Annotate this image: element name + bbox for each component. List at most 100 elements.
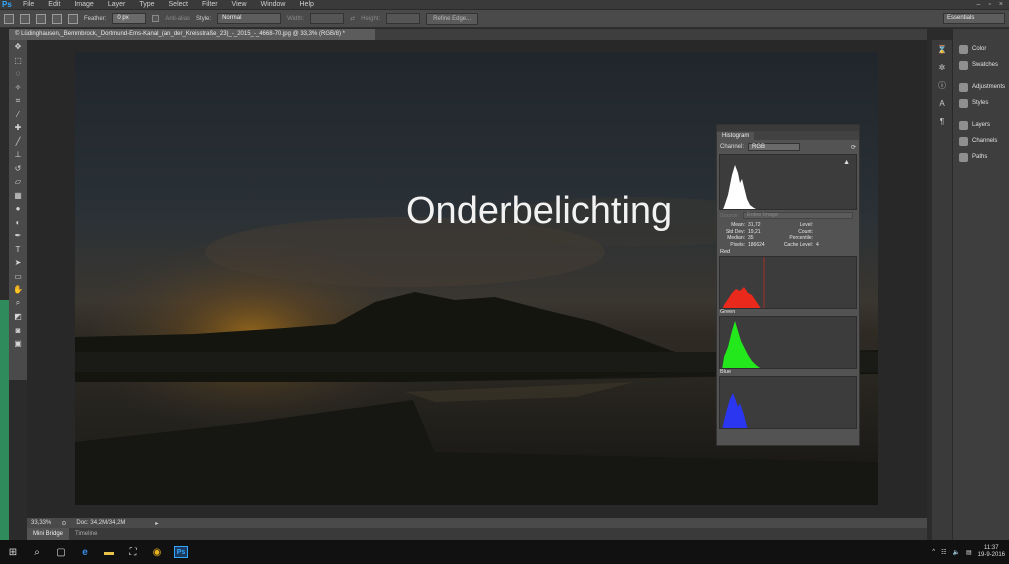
channel-select[interactable]: RGB bbox=[748, 143, 801, 151]
menu-type[interactable]: Type bbox=[132, 0, 161, 9]
clone-stamp-icon[interactable]: ⊥ bbox=[9, 148, 27, 162]
source-select[interactable]: Entire Image bbox=[742, 212, 853, 219]
close-icon[interactable]: × bbox=[999, 1, 1003, 8]
height-input[interactable] bbox=[386, 13, 421, 24]
panel-styles[interactable]: Styles bbox=[953, 95, 1009, 111]
panel-swatches[interactable]: Swatches bbox=[953, 57, 1009, 73]
histogram-graph-composite: ▲ bbox=[719, 154, 857, 210]
move-tool-icon[interactable]: ✥ bbox=[9, 40, 27, 54]
panel-channels-label: Channels bbox=[972, 138, 998, 144]
paragraph-icon[interactable]: ¶ bbox=[932, 112, 952, 130]
store-icon[interactable]: ⛶ bbox=[122, 543, 144, 561]
feather-label: Feather: bbox=[84, 15, 107, 22]
volume-icon[interactable]: 🔈 bbox=[952, 549, 959, 556]
path-selection-icon[interactable]: ➤ bbox=[9, 256, 27, 270]
anti-alias-checkbox[interactable] bbox=[152, 15, 160, 22]
panel-channels[interactable]: Channels bbox=[953, 133, 1009, 149]
subtract-selection-icon[interactable] bbox=[52, 13, 62, 24]
width-label: Width: bbox=[287, 15, 305, 22]
chrome-icon[interactable]: ◉ bbox=[146, 543, 168, 561]
color-swatches-icon[interactable]: ◩ bbox=[9, 310, 27, 324]
new-selection-icon[interactable] bbox=[20, 13, 30, 24]
properties-icon[interactable]: ✲ bbox=[932, 58, 952, 76]
tools-panel: ✥ ⬚ ◌ ✧ ⌗ ⁄ ✚ ╱ ⊥ ↺ ▱ ▦ ● ◐ ✒ T ➤ ▭ ✋ ⌕ … bbox=[9, 40, 27, 380]
panel-icon-strip: ⌛ ✲ ⓘ A ¶ bbox=[932, 40, 952, 540]
menu-select[interactable]: Select bbox=[162, 0, 195, 9]
menu-image[interactable]: Image bbox=[67, 0, 100, 9]
clock[interactable]: 11:37 19-9-2016 bbox=[978, 545, 1005, 559]
menu-file[interactable]: File bbox=[16, 0, 41, 9]
eraser-icon[interactable]: ▱ bbox=[9, 175, 27, 189]
style-label: Style: bbox=[196, 15, 212, 22]
notifications-icon[interactable]: ▤ bbox=[966, 549, 972, 556]
warning-icon[interactable]: ▲ bbox=[843, 159, 850, 166]
quick-mask-icon[interactable]: ◙ bbox=[9, 324, 27, 338]
pen-icon[interactable]: ✒ bbox=[9, 229, 27, 243]
zoom-level[interactable]: 33,33% bbox=[31, 520, 51, 526]
screen-mode-icon[interactable]: ▣ bbox=[9, 337, 27, 351]
healing-brush-icon[interactable]: ✚ bbox=[9, 121, 27, 135]
search-icon[interactable]: ⌕ bbox=[26, 543, 48, 561]
blur-icon[interactable]: ● bbox=[9, 202, 27, 216]
tab-timeline[interactable]: Timeline bbox=[69, 528, 103, 540]
menu-edit[interactable]: Edit bbox=[41, 0, 67, 9]
maximize-icon[interactable]: ▫ bbox=[988, 1, 990, 8]
lasso-icon[interactable]: ◌ bbox=[9, 67, 27, 81]
menu-help[interactable]: Help bbox=[293, 0, 321, 9]
menu-view[interactable]: View bbox=[225, 0, 254, 9]
document-tab[interactable]: © Lüdinghausen,_Bemmbrock,_Dortmund-Ems-… bbox=[9, 29, 375, 40]
histogram-graph-green bbox=[719, 316, 857, 369]
workspace-select[interactable]: Essentials bbox=[943, 13, 1005, 24]
intersect-selection-icon[interactable] bbox=[68, 13, 78, 24]
marquee-icon[interactable]: ⬚ bbox=[9, 54, 27, 68]
add-selection-icon[interactable] bbox=[36, 13, 46, 24]
file-explorer-icon[interactable]: ▬ bbox=[98, 543, 120, 561]
photoshop-taskbar-icon[interactable]: Ps bbox=[174, 546, 188, 558]
pixels-value: 186624 bbox=[748, 241, 765, 248]
zoom-icon[interactable]: ⌕ bbox=[9, 297, 27, 311]
task-view-icon[interactable]: ▢ bbox=[50, 543, 72, 561]
history-icon[interactable]: ⌛ bbox=[932, 40, 952, 58]
panel-adjustments[interactable]: Adjustments bbox=[953, 79, 1009, 95]
type-icon[interactable]: T bbox=[9, 243, 27, 257]
feather-input[interactable]: 0 px bbox=[112, 13, 147, 24]
tab-mini-bridge[interactable]: Mini Bridge bbox=[27, 528, 70, 540]
panel-paths[interactable]: Paths bbox=[953, 149, 1009, 165]
tab-histogram[interactable]: Histogram bbox=[717, 132, 755, 140]
history-brush-icon[interactable]: ↺ bbox=[9, 162, 27, 176]
refresh-icon[interactable]: ⟳ bbox=[851, 144, 856, 151]
menu-filter[interactable]: Filter bbox=[195, 0, 225, 9]
edge-icon[interactable]: e bbox=[74, 543, 96, 561]
panel-color-label: Color bbox=[972, 46, 987, 52]
hand-icon[interactable]: ✋ bbox=[9, 283, 27, 297]
style-select[interactable]: Normal bbox=[217, 13, 282, 24]
marquee-tool-icon[interactable] bbox=[4, 13, 14, 24]
cache-level-label: Cache Level: bbox=[783, 241, 813, 248]
menu-layer[interactable]: Layer bbox=[101, 0, 133, 9]
panel-color[interactable]: Color bbox=[953, 41, 1009, 57]
crop-icon[interactable]: ⌗ bbox=[9, 94, 27, 108]
swap-icon[interactable]: ⇄ bbox=[350, 15, 355, 22]
panel-header[interactable] bbox=[717, 125, 859, 131]
app-logo: Ps bbox=[2, 0, 12, 9]
chevron-up-icon[interactable]: ^ bbox=[932, 549, 935, 555]
status-menu-arrow-icon[interactable]: ▸ bbox=[155, 520, 158, 527]
bottom-panel-tabs: Mini Bridge Timeline bbox=[27, 528, 927, 540]
minimize-icon[interactable]: – bbox=[977, 1, 981, 8]
start-icon[interactable]: ⊞ bbox=[2, 543, 24, 561]
gradient-icon[interactable]: ▦ bbox=[9, 189, 27, 203]
info-icon[interactable]: ⓘ bbox=[932, 76, 952, 94]
system-tray: ^ ☷ 🔈 ▤ 11:37 19-9-2016 bbox=[932, 545, 1009, 559]
panel-layers[interactable]: Layers bbox=[953, 117, 1009, 133]
brush-icon[interactable]: ╱ bbox=[9, 135, 27, 149]
menu-window[interactable]: Window bbox=[254, 0, 293, 9]
network-icon[interactable]: ☷ bbox=[941, 549, 946, 556]
eyedropper-icon[interactable]: ⁄ bbox=[9, 108, 27, 122]
character-icon[interactable]: A bbox=[932, 94, 952, 112]
status-icon[interactable]: ⊙ bbox=[61, 520, 66, 527]
dodge-icon[interactable]: ◐ bbox=[9, 216, 27, 230]
rectangle-icon[interactable]: ▭ bbox=[9, 270, 27, 284]
width-input[interactable] bbox=[310, 13, 345, 24]
refine-edge-button[interactable]: Refine Edge... bbox=[426, 12, 479, 25]
magic-wand-icon[interactable]: ✧ bbox=[9, 81, 27, 95]
